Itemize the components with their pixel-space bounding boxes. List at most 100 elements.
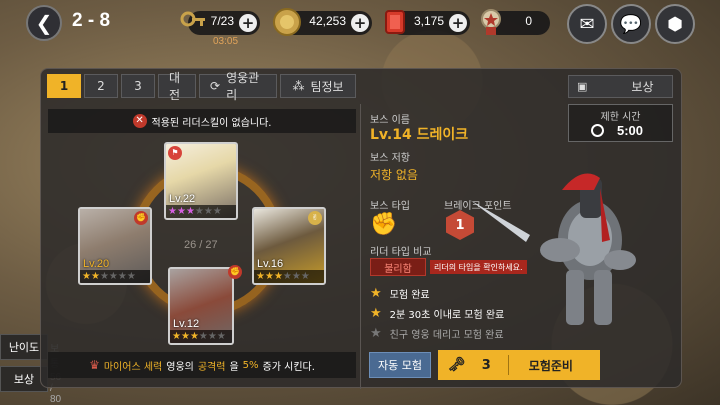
time-limit-box: 제한 시간 5:00 xyxy=(568,104,673,142)
mission-text: 모험 완료 xyxy=(389,290,430,301)
ruby-plus-button[interactable]: + xyxy=(449,14,467,32)
dice-menu-button[interactable]: ⬢ xyxy=(655,4,695,44)
hero-stars: ★★★★★★ xyxy=(80,270,150,283)
time-limit-label: 제한 시간 xyxy=(600,112,641,123)
buff-text-2: 을 xyxy=(229,361,239,373)
star-icon: ★ xyxy=(82,271,91,282)
chat-bubble-icon: 💬 xyxy=(619,13,643,35)
stamina-plus-button[interactable]: + xyxy=(239,14,257,32)
stamina-timer: 03:05 xyxy=(213,36,239,47)
close-icon: ✕ xyxy=(132,114,147,128)
ruby-icon xyxy=(385,10,405,34)
buff-percent: 5% xyxy=(242,359,259,371)
hero-slot-top[interactable]: ⚑ Lv.22 ★★★★★★ xyxy=(164,142,238,220)
reward-button-label: 보상 xyxy=(631,80,654,94)
ruby-counter: 3,175 + xyxy=(385,10,470,35)
star-icon: ★ xyxy=(99,271,109,282)
faction-icon: ♛ xyxy=(89,358,100,372)
ready-cost: 3 xyxy=(481,357,491,373)
star-icon: ★ xyxy=(189,331,199,342)
star-icon: ★ xyxy=(168,206,177,217)
leader-buff-bar: ♛ 마이어스 세력 영웅의 공격력 을 5% 증가 시킨다. xyxy=(48,352,356,378)
star-icon: ★ xyxy=(172,331,181,342)
medal-value: 0 xyxy=(525,14,532,28)
clock-icon xyxy=(591,124,604,137)
stage-number: 2 - 8 xyxy=(72,10,111,31)
medal-icon xyxy=(481,9,501,35)
team-cost-count: 26 / 27 xyxy=(184,239,218,251)
class-badge-icon: ⚑ xyxy=(168,146,182,160)
hero-slot-bottom[interactable]: Lv.12 ★★★★★★ xyxy=(168,267,234,345)
star-icon: ★ xyxy=(212,206,222,217)
tab-team-info-label: 팀정보 xyxy=(310,79,344,94)
team-nodes-icon: ⁂ xyxy=(292,79,305,93)
tab-team-3[interactable]: 3 xyxy=(121,74,155,98)
star-icon: ★ xyxy=(185,206,195,217)
gold-coin-icon xyxy=(273,8,301,36)
star-icon: ★ xyxy=(370,286,382,301)
boss-drake-illustration xyxy=(470,173,636,325)
hero-level: Lv.12 xyxy=(173,318,200,330)
hero-stars: ★★★★★★ xyxy=(254,270,324,283)
leader-type-label: 리더 타입 비교 xyxy=(370,247,432,258)
star-icon: ★ xyxy=(180,331,190,342)
d20-dice-icon: ⬢ xyxy=(667,13,683,35)
star-icon: ★ xyxy=(117,271,127,282)
stamina-counter: 7/23 + xyxy=(180,11,260,35)
reward-button[interactable]: ▣ 보상 xyxy=(568,75,673,98)
star-icon: ★ xyxy=(203,206,213,217)
star-icon: ★ xyxy=(194,206,204,217)
hero-stars: ★★★★★★ xyxy=(166,205,236,218)
hero-slot-right[interactable]: ✌ Lv.16 ★★★★★★ xyxy=(252,207,326,285)
back-button[interactable]: ❮ xyxy=(26,5,62,41)
tab-hero-manage-label: 영웅관리 xyxy=(226,71,260,102)
break-point-value: 1 xyxy=(455,217,465,233)
class-badge-icon: ✊ xyxy=(228,265,242,279)
time-limit-value: 5:00 xyxy=(617,123,644,138)
leader-skill-notice: ✕ 적용된 리더스킬이 없습니다. xyxy=(48,109,356,133)
star-icon: ★ xyxy=(282,271,292,282)
star-icon: ★ xyxy=(264,271,274,282)
gold-value: 42,253 xyxy=(309,14,346,28)
star-icon: ★ xyxy=(126,271,136,282)
star-icon: ★ xyxy=(291,271,301,282)
buff-text-3: 증가 시킨다. xyxy=(262,361,315,373)
star-icon: ★ xyxy=(370,306,382,321)
star-icon: ★ xyxy=(273,271,283,282)
top-bar: ❮ 2 - 8 7/23 + 03:05 42,253 + 3,175 + 0 … xyxy=(0,0,720,48)
boss-resist-value: 저항 없음 xyxy=(370,168,418,182)
star-icon: ★ xyxy=(176,206,186,217)
mail-button[interactable]: ✉ xyxy=(567,4,607,44)
gold-counter: 42,253 + xyxy=(273,8,372,36)
ready-label: 모험준비 xyxy=(528,358,573,373)
tab-battle[interactable]: 대전 xyxy=(158,71,196,102)
chat-button[interactable]: 💬 xyxy=(611,4,651,44)
auto-adventure-button[interactable]: 자동 모험 xyxy=(369,352,431,378)
buff-faction: 마이어스 세력 xyxy=(103,361,163,373)
gold-plus-button[interactable]: + xyxy=(351,14,369,32)
mission-item: ★ 모험 완료 xyxy=(370,286,430,301)
type-advantage-badge: 불리함 xyxy=(370,258,426,276)
star-icon: ★ xyxy=(370,326,382,341)
chest-icon: ▣ xyxy=(577,80,588,93)
team-tabs: 1 2 3 대전 ⟳ 영웅관리 ⁂ 팀정보 xyxy=(47,71,356,102)
fist-type-icon: ✊ xyxy=(370,212,398,237)
boss-type-label: 보스 타입 xyxy=(370,201,410,212)
hero-level: Lv.22 xyxy=(169,193,196,205)
tab-hero-manage[interactable]: ⟳ 영웅관리 xyxy=(199,71,277,102)
star-icon: ★ xyxy=(300,271,310,282)
mail-icon: ✉ xyxy=(579,13,595,35)
adventure-ready-button[interactable]: 🗝 3 모험준비 xyxy=(438,350,600,380)
tab-team-info[interactable]: ⁂ 팀정보 xyxy=(280,74,356,98)
star-icon: ★ xyxy=(256,271,265,282)
hero-stars: ★★★★★★ xyxy=(170,330,232,343)
leader-skill-text: 적용된 리더스킬이 없습니다. xyxy=(151,117,272,129)
hero-slot-left[interactable]: ✊ Lv.20 ★★★★★★ xyxy=(78,207,152,285)
star-icon: ★ xyxy=(108,271,118,282)
tab-team-1[interactable]: 1 xyxy=(47,74,81,98)
class-badge-icon: ✌ xyxy=(308,211,322,225)
hero-formation: 26 / 27 ⚑ Lv.22 ★★★★★★ ✊ Lv.20 ★★★★★★ ✌ … xyxy=(60,135,350,345)
ruby-value: 3,175 xyxy=(413,14,444,28)
tab-team-2[interactable]: 2 xyxy=(84,74,118,98)
buff-text-1: 영웅의 xyxy=(166,361,194,373)
